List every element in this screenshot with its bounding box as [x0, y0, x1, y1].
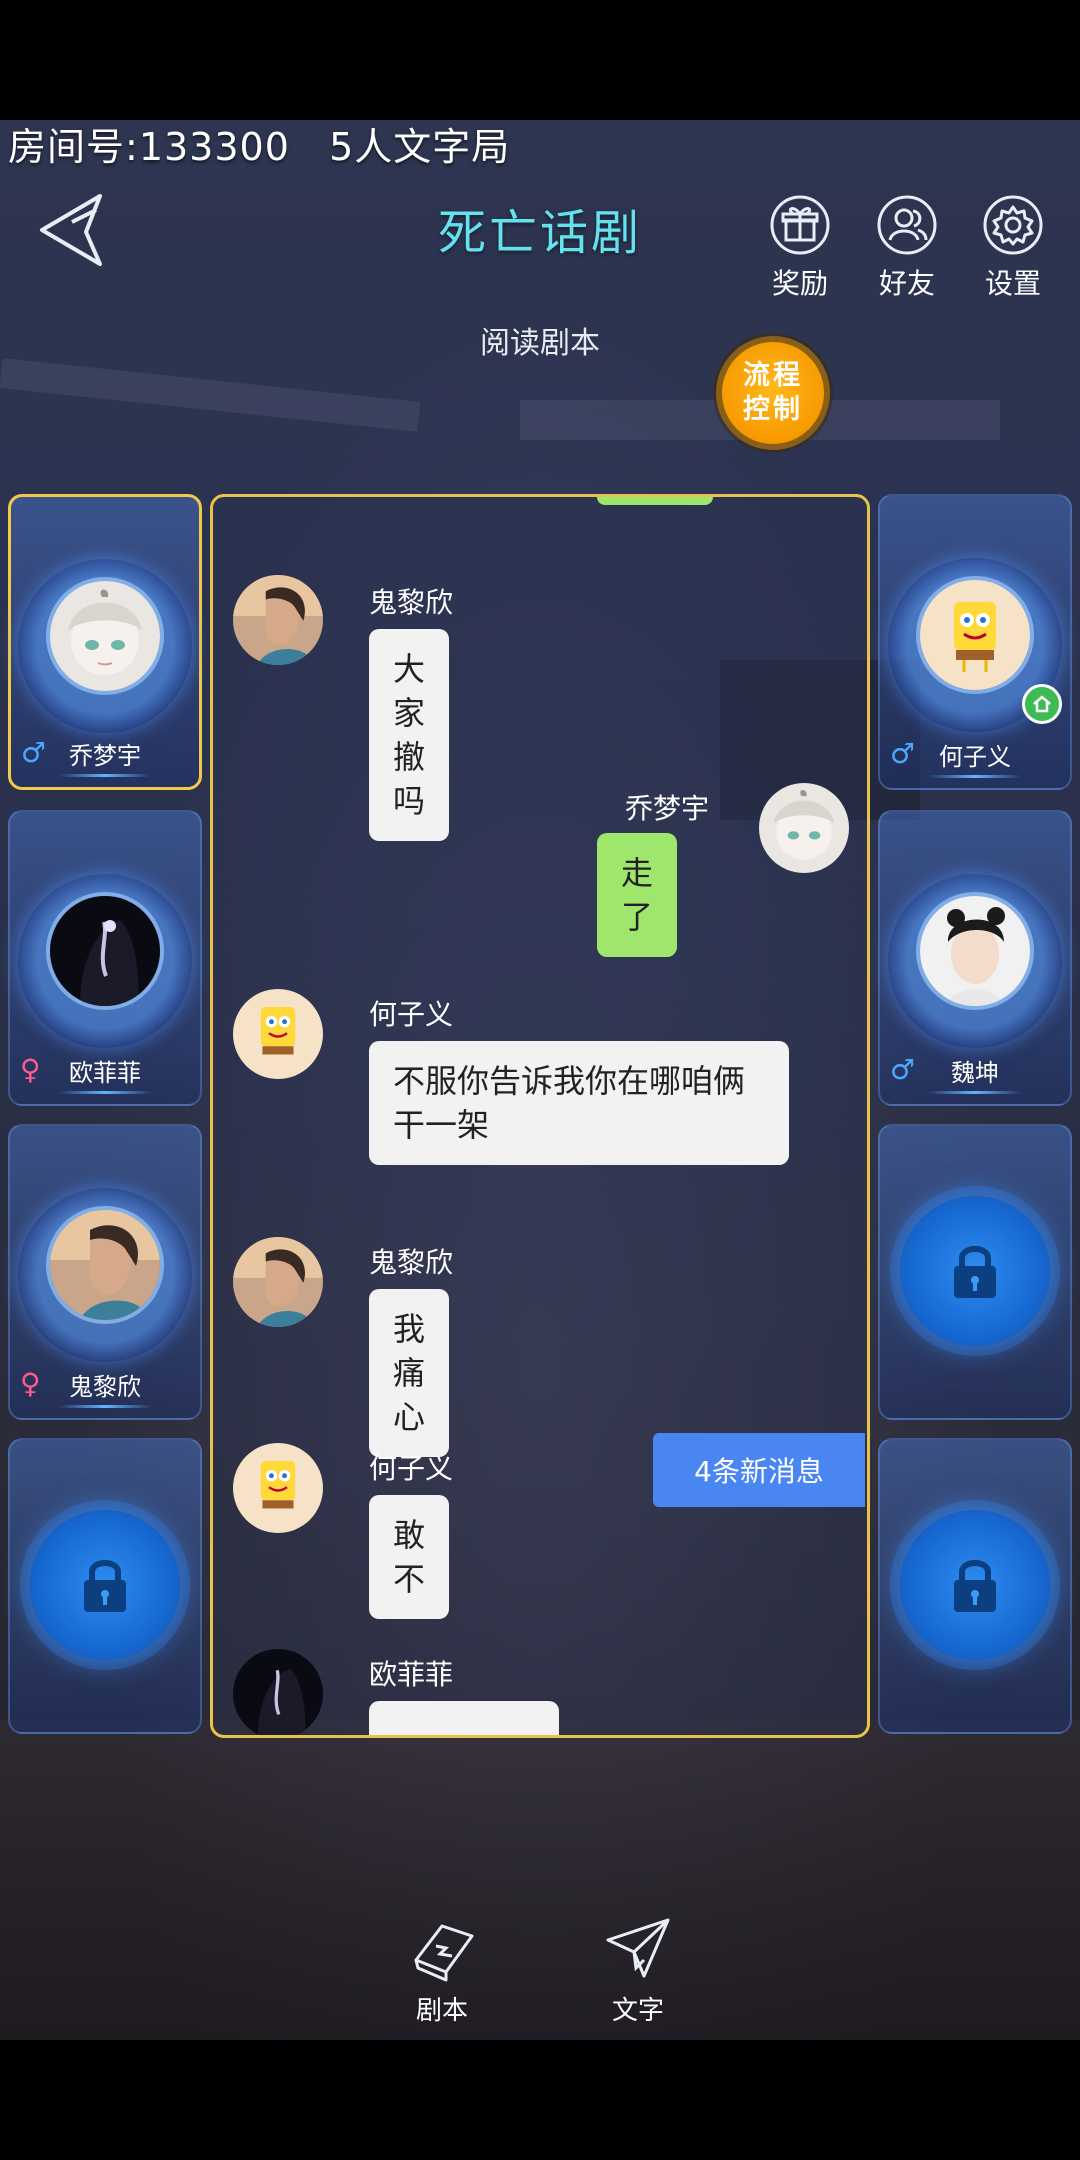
- message-bubble[interactable]: 走了: [597, 833, 678, 957]
- avatar-ou: [233, 1649, 323, 1735]
- flow-control-button[interactable]: 流程控制: [716, 336, 830, 450]
- avatar-qiao: [759, 783, 849, 873]
- game-mode: 5人文字局: [329, 125, 511, 169]
- game-phase: 阅读剧本: [480, 326, 600, 361]
- script-button[interactable]: 剧本: [382, 1910, 502, 2027]
- friends-label: 好友: [878, 267, 935, 300]
- friends-icon: [876, 194, 938, 256]
- sender-name: 鬼黎欣: [369, 1246, 454, 1279]
- player-name: 欧菲菲: [69, 1059, 141, 1087]
- bottom-bar: 剧本 文字: [0, 1910, 1080, 2040]
- message-bubble[interactable]: 不服你告诉我你在哪咱俩干一架: [369, 1041, 789, 1165]
- bubble-fragment: [597, 497, 713, 505]
- avatar-gui: [46, 1206, 164, 1324]
- player-slot-7[interactable]: ♂ 魏坤: [878, 810, 1072, 1106]
- gear-icon: [982, 194, 1044, 256]
- room-info: 房间号:133300 5人文字局: [8, 116, 510, 171]
- locked-slot[interactable]: [878, 1124, 1072, 1420]
- name-underline: [58, 1091, 152, 1094]
- avatar-he: [233, 989, 323, 1079]
- avatar-qiao: [46, 577, 164, 695]
- avatar-ou: [46, 892, 164, 1010]
- sender-name: 何子义: [369, 1452, 454, 1485]
- name-underline: [928, 1091, 1022, 1094]
- message-bubble[interactable]: 敢不: [369, 1495, 450, 1619]
- flow-control-label: 流程控制: [743, 360, 803, 425]
- top-actions: 奖励 好友 设置: [750, 194, 1080, 304]
- locked-slot[interactable]: [878, 1438, 1072, 1734]
- avatar-wei: [916, 892, 1034, 1010]
- text-label: 文字: [611, 1996, 664, 2026]
- settings-label: 设置: [984, 267, 1041, 300]
- room-label: 房间号:: [8, 125, 139, 169]
- player-slot-2[interactable]: ♀ 欧菲菲: [8, 810, 202, 1106]
- gift-icon: [769, 194, 831, 256]
- player-slot-3[interactable]: ♀ 鬼黎欣: [8, 1124, 202, 1420]
- text-button[interactable]: 文字: [578, 1910, 698, 2027]
- rewards-label: 奖励: [771, 267, 828, 300]
- player-name: 鬼黎欣: [69, 1373, 141, 1401]
- book-icon: [402, 1910, 482, 1982]
- avatar-he: [916, 576, 1034, 694]
- message-bubble[interactable]: [369, 1701, 559, 1735]
- lock-icon: [900, 1196, 1050, 1346]
- player-name: 何子义: [939, 743, 1011, 771]
- script-label: 剧本: [415, 1996, 468, 2026]
- name-underline: [58, 1405, 152, 1408]
- paper-plane-icon: [598, 1910, 678, 1982]
- sender-name: 欧菲菲: [369, 1658, 454, 1691]
- lock-icon: [900, 1510, 1050, 1660]
- new-messages-button[interactable]: 4条新消息: [653, 1433, 865, 1507]
- home-icon: [1022, 684, 1062, 724]
- rewards-button[interactable]: 奖励: [750, 194, 850, 302]
- message-bubble[interactable]: 大家撤吗: [369, 629, 450, 841]
- chat-panel[interactable]: 鬼黎欣 大家撤吗 乔梦宇 走了 何子义 不服你告诉我你在哪咱俩干一架 鬼黎欣 我…: [210, 494, 870, 1738]
- name-underline: [59, 774, 151, 777]
- player-name: 乔梦宇: [69, 742, 141, 770]
- friends-button[interactable]: 好友: [857, 194, 957, 302]
- avatar-gui: [233, 1237, 323, 1327]
- message-bubble[interactable]: 我痛心: [369, 1289, 450, 1457]
- sender-name: 何子义: [369, 998, 454, 1031]
- player-slot-1[interactable]: ♂ 乔梦宇: [8, 494, 202, 790]
- ceiling-light: [0, 358, 421, 432]
- avatar-gui: [233, 575, 323, 665]
- name-underline: [928, 775, 1022, 778]
- player-name: 魏坤: [951, 1059, 999, 1087]
- room-number: 133300: [138, 125, 290, 169]
- player-slot-6[interactable]: ♂ 何子义: [878, 494, 1072, 790]
- avatar-he: [233, 1443, 323, 1533]
- locked-slot[interactable]: [8, 1438, 202, 1734]
- settings-button[interactable]: 设置: [963, 194, 1063, 302]
- sender-name: 乔梦宇: [625, 792, 710, 825]
- lock-icon: [30, 1510, 180, 1660]
- sender-name: 鬼黎欣: [369, 586, 454, 619]
